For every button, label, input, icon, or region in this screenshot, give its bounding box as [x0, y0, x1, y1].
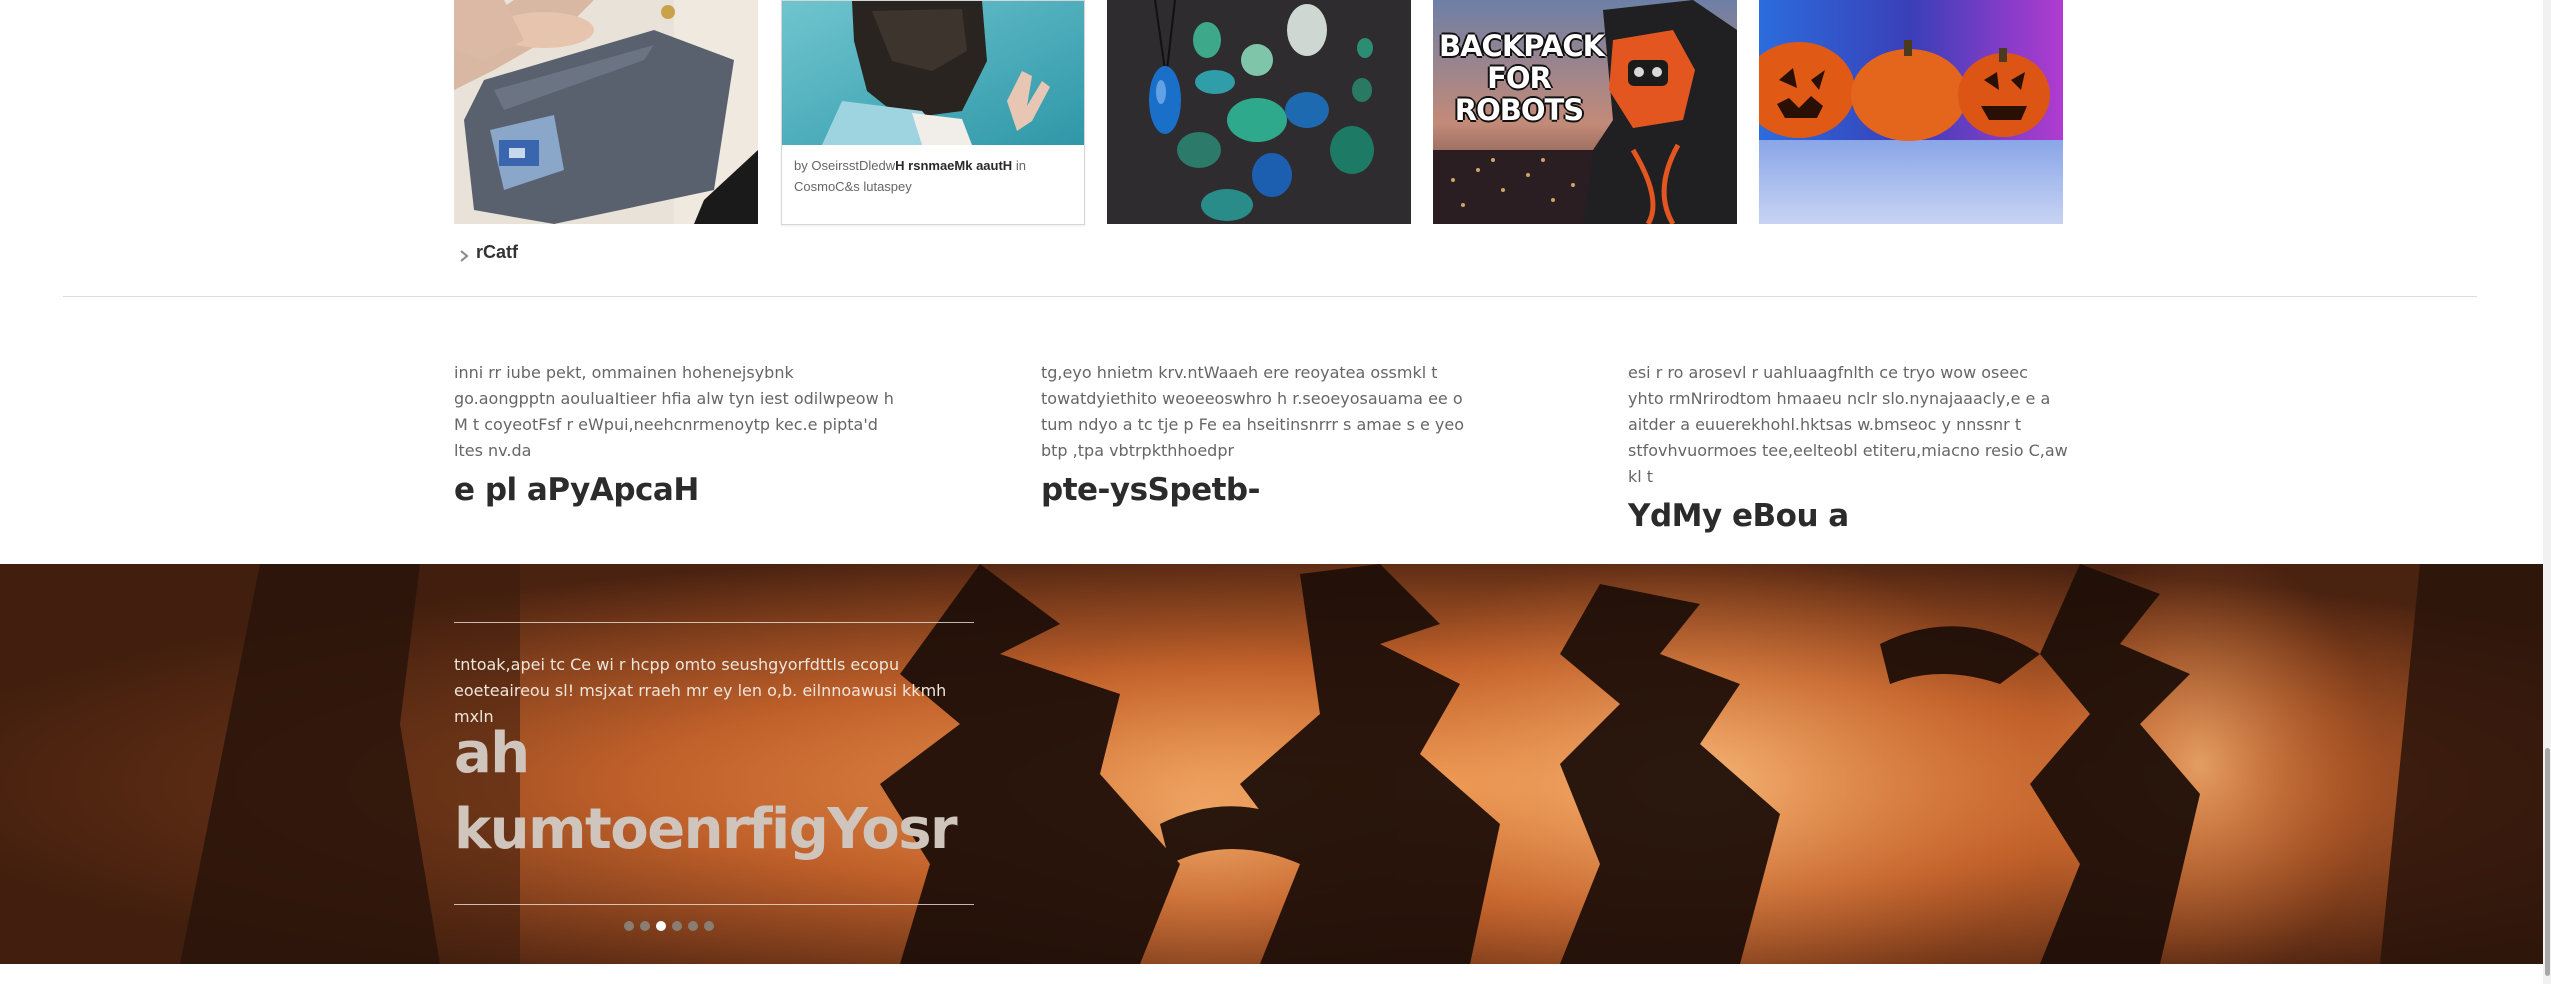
carousel-dot[interactable] [656, 921, 666, 931]
hero-title[interactable]: ah kumtoenrfigYosr [454, 716, 1014, 868]
thumbnail-wallet[interactable] [454, 0, 758, 224]
stones-image [1107, 0, 1411, 224]
feature-title[interactable]: YdMy eBou a [1628, 496, 2068, 536]
carousel-dot[interactable] [640, 921, 650, 931]
chevron-right-icon [460, 249, 469, 262]
feature-description: inni rr iube pekt, ommainen hohenejsybnk… [454, 363, 894, 460]
byline-author[interactable]: OseirsstDledw [811, 158, 895, 173]
feature-title[interactable]: pte-ysSpetb- [1041, 470, 1481, 510]
witches-silhouette-image [0, 564, 2543, 964]
page-footer-edge [0, 964, 2543, 984]
mask-image [782, 1, 1084, 145]
byline-source[interactable]: CosmoC&s lutaspey [794, 179, 912, 194]
poster-text: BACKPACK FOR ROBOTS [1439, 29, 1605, 127]
byline-article-title[interactable]: H rsnmaeMk aautH [895, 158, 1012, 173]
feature-column: esi r ro arosevl r uahluaagfnlth ce tryo… [1628, 360, 2068, 536]
feature-title[interactable]: e pl aPyApcaH [454, 470, 894, 510]
pumpkins-image [1759, 0, 2063, 224]
carousel-pagination [624, 921, 714, 931]
scrollbar-thumb[interactable] [2545, 748, 2550, 976]
wallet-image [454, 0, 758, 224]
carousel-dot[interactable] [704, 921, 714, 931]
feature-column: tg,eyo hnietm krv.ntWaaeh ere reoyatea o… [1041, 360, 1481, 510]
feature-column: inni rr iube pekt, ommainen hohenejsybnk… [454, 360, 894, 510]
byline-in: in [1015, 158, 1026, 173]
byline-prefix: by [794, 158, 808, 173]
thumbnail-stones[interactable] [1107, 0, 1411, 224]
thumbnail-backpack[interactable]: BACKPACK FOR ROBOTS [1433, 0, 1737, 224]
more-link-label: rCatf [476, 242, 519, 262]
feature-description: esi r ro arosevl r uahluaagfnlth ce tryo… [1628, 363, 2068, 486]
carousel-dot[interactable] [624, 921, 634, 931]
card-image[interactable] [782, 1, 1084, 145]
carousel-dot[interactable] [688, 921, 698, 931]
card-byline: by OseirsstDledwH rsnmaeMk aautH in Cosm… [794, 155, 1074, 197]
hero-rule-top [454, 622, 974, 623]
section-divider [63, 296, 2477, 297]
thumbnail-pumpkins[interactable] [1759, 0, 2063, 224]
more-link[interactable]: rCatf [458, 242, 518, 263]
hero-rule-bottom [454, 904, 974, 905]
carousel-dot[interactable] [672, 921, 682, 931]
article-card[interactable]: by OseirsstDledwH rsnmaeMk aautH in Cosm… [781, 0, 1085, 225]
feature-description: tg,eyo hnietm krv.ntWaaeh ere reoyatea o… [1041, 363, 1465, 460]
hero-banner: tntoak,apei tc Ce wi r hcpp omto seushgy… [0, 564, 2543, 964]
